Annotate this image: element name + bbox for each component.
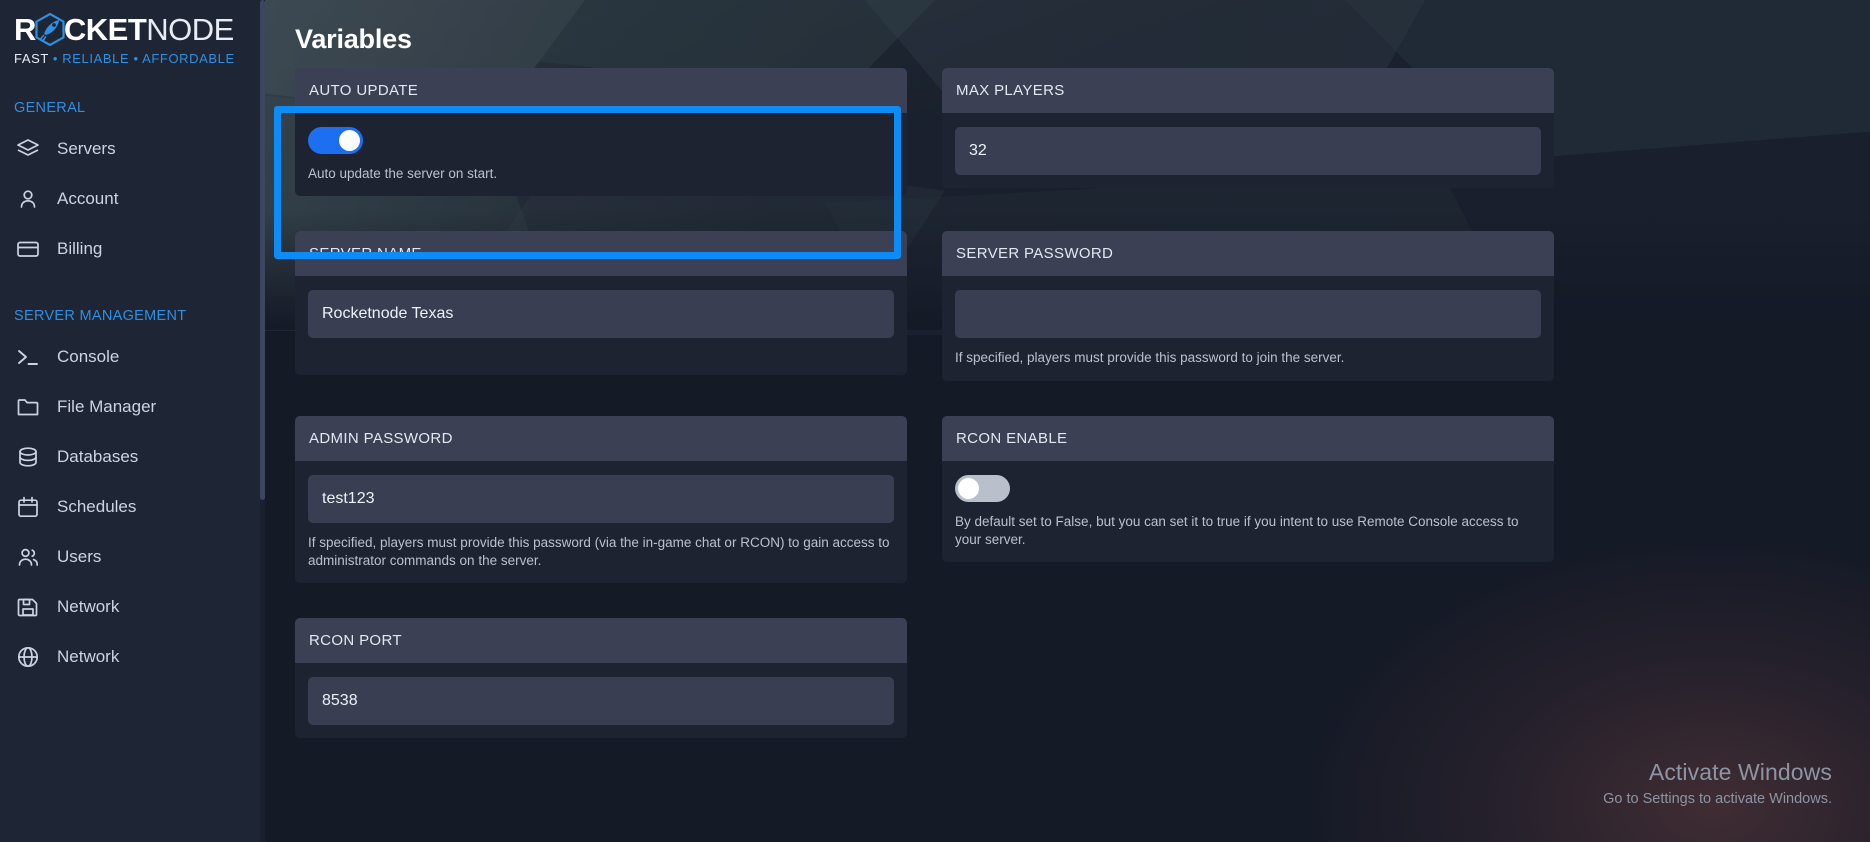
sidebar-item-backups[interactable]: Network [0,582,265,632]
server-password-help-text: If specified, players must provide this … [955,350,1345,366]
sidebar-item-account[interactable]: Account [0,174,265,224]
card-auto-update: AUTO UPDATE Auto update the server on st… [295,68,907,197]
admin-password-help-text: If specified, players must provide this … [308,534,890,569]
rcon-enable-toggle[interactable] [955,474,1010,502]
logo-tagline: FAST • RELIABLE • AFFORDABLE [14,51,265,66]
credit-card-icon [16,237,40,261]
main-content: Variables AUTO UPDATE Auto update the se… [265,0,1870,842]
tagline-dot-2: • [133,51,139,66]
toggle-knob [339,130,360,151]
user-icon [16,187,40,211]
layers-icon [16,137,40,161]
sidebar-item-label: Databases [57,447,139,466]
sidebar-item-console[interactable]: Console [0,332,265,382]
sidebar-item-label: Network [57,597,120,616]
card-label-auto-update: AUTO UPDATE [295,68,907,113]
server-password-input[interactable] [955,290,1541,339]
card-rcon-port: RCON PORT [295,618,907,739]
terminal-icon [16,345,40,369]
sidebar-item-label: Console [57,347,120,366]
app-root: R CKET NODE FAST • RELIABLE • AFFORDABLE… [0,0,1870,842]
rcon-enable-help-text: By default set to False, but you can set… [955,513,1519,548]
brand-logo[interactable]: R CKET NODE FAST • RELIABLE • AFFORDABLE [0,0,265,66]
card-body-rcon-enable: By default set to False, but you can set… [942,461,1554,563]
tagline-reliable: RELIABLE [62,51,130,66]
card-admin-password: ADMIN PASSWORD If specified, players mus… [295,415,907,584]
sidebar-item-label: Servers [57,139,116,158]
sidebar-item-servers[interactable]: Servers [0,124,265,174]
admin-password-input[interactable] [308,474,894,523]
server-name-help-text [308,349,894,362]
logo-text-cket: CKET [63,11,147,47]
logo-wordmark: R CKET NODE [14,10,265,48]
sidebar-item-users[interactable]: Users [0,532,265,582]
card-max-players: MAX PLAYERS [942,68,1554,188]
sidebar-scrollbar-thumb[interactable] [260,0,265,500]
card-server-name: SERVER NAME [295,231,907,376]
database-icon [16,445,40,469]
card-body-auto-update: Auto update the server on start. [295,113,907,196]
rocket-hex-icon [35,12,65,46]
page-title: Variables [295,24,412,54]
sidebar-item-label: File Manager [57,397,157,416]
card-rcon-enable: RCON ENABLE By default set to False, but… [942,415,1554,563]
folder-icon [16,395,40,419]
calendar-icon [16,495,40,519]
watermark-title: Activate Windows [1648,759,1832,785]
logo-text-node: NODE [146,11,234,47]
card-body-max-players [942,113,1554,188]
card-label-rcon-port: RCON PORT [295,618,907,664]
card-body-rcon-port [295,663,907,738]
card-server-password: SERVER PASSWORD If specified, players mu… [942,231,1554,381]
windows-activation-watermark: Activate Windows Go to Settings to activ… [1603,759,1832,807]
sidebar-item-label: Users [57,547,102,566]
card-body-admin-password: If specified, players must provide this … [295,461,907,584]
auto-update-toggle[interactable] [308,127,363,154]
sidebar-section-general: GENERAL [14,100,86,116]
card-label-server-name: SERVER NAME [295,231,907,277]
tagline-dot-1: • [52,51,59,66]
tagline-affordable: AFFORDABLE [142,51,235,66]
variables-grid: AUTO UPDATE Auto update the server on st… [265,55,1870,739]
card-label-max-players: MAX PLAYERS [942,68,1554,113]
toggle-knob [958,477,979,499]
save-disk-icon [16,595,40,619]
tagline-fast: FAST [14,51,49,66]
auto-update-help-text: Auto update the server on start. [308,166,498,181]
card-label-admin-password: ADMIN PASSWORD [295,415,907,461]
sidebar: R CKET NODE FAST • RELIABLE • AFFORDABLE… [0,0,265,842]
card-label-rcon-enable: RCON ENABLE [942,415,1554,461]
logo-letter-r: R [14,11,36,47]
sidebar-section-server-management: SERVER MANAGEMENT [14,308,187,324]
card-label-server-password: SERVER PASSWORD [942,231,1554,277]
card-body-server-password: If specified, players must provide this … [942,276,1554,380]
sidebar-item-label: Account [57,189,119,208]
server-name-input[interactable] [308,290,894,339]
rcon-port-input[interactable] [308,677,894,726]
sidebar-item-billing[interactable]: Billing [0,224,265,274]
max-players-input[interactable] [955,127,1541,175]
sidebar-item-label: Billing [57,239,103,258]
sidebar-item-label: Network [57,647,120,666]
globe-icon [16,645,40,669]
sidebar-item-databases[interactable]: Databases [0,432,265,482]
sidebar-item-network[interactable]: Network [0,632,265,682]
users-icon [16,545,40,569]
card-body-server-name [295,276,907,375]
sidebar-item-schedules[interactable]: Schedules [0,482,265,532]
sidebar-item-label: Schedules [57,497,137,516]
sidebar-item-file-manager[interactable]: File Manager [0,382,265,432]
variables-panel: Variables AUTO UPDATE Auto update the se… [265,24,1870,739]
watermark-subtitle: Go to Settings to activate Windows. [1603,791,1832,807]
